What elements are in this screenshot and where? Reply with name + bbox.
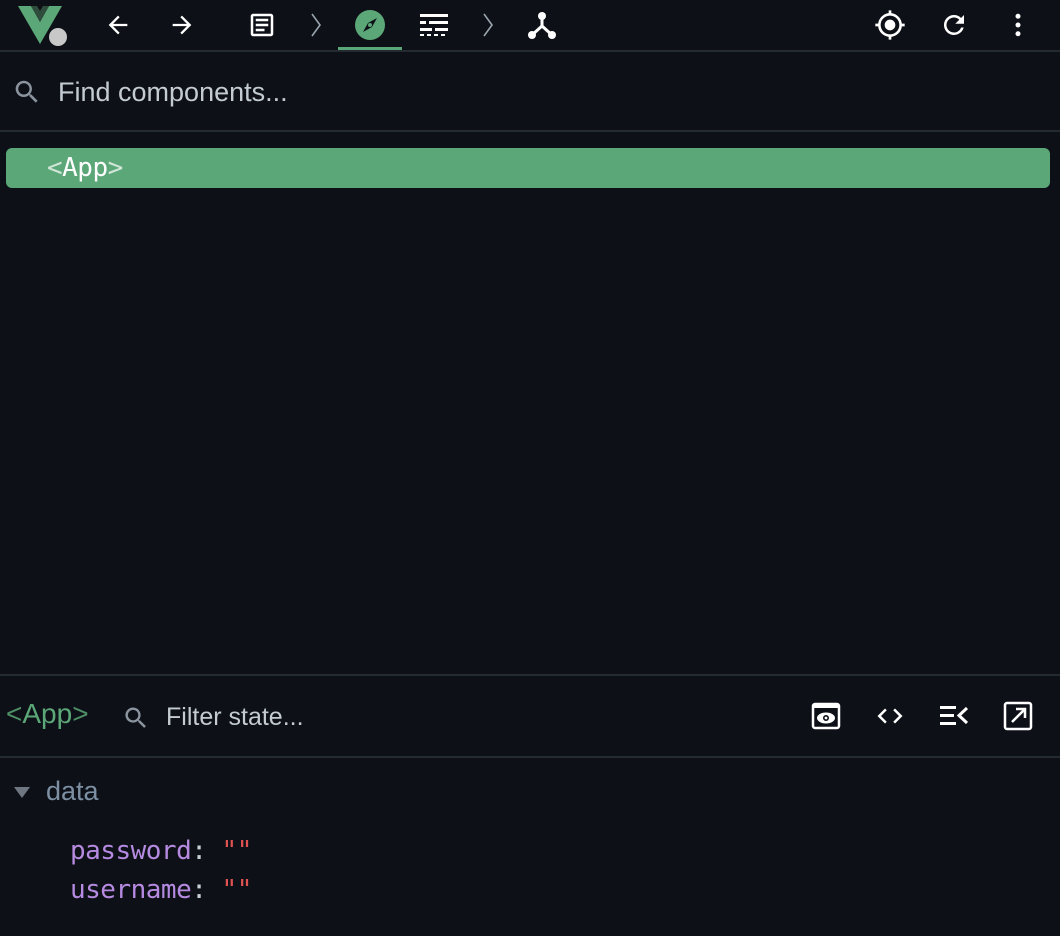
component-name: App: [62, 153, 108, 183]
forward-arrow-icon[interactable]: [164, 0, 200, 50]
connection-status-dot: [49, 28, 67, 46]
refresh-icon[interactable]: [936, 0, 972, 50]
find-components-input[interactable]: [58, 72, 958, 112]
state-section-data[interactable]: data: [14, 774, 99, 808]
section-label: data: [46, 775, 99, 806]
tag-close-bracket: >: [107, 153, 124, 183]
state-key: username: [70, 875, 192, 905]
search-icon: [12, 77, 42, 111]
back-arrow-icon[interactable]: [100, 0, 136, 50]
state-inspector: data password: "" username: "": [0, 756, 1060, 936]
code-icon[interactable]: [874, 700, 906, 732]
chevron-right-icon: [306, 0, 326, 50]
state-row[interactable]: password: "": [70, 836, 252, 872]
scroll-to-icon[interactable]: [938, 700, 970, 732]
component-search-bar: [0, 52, 1060, 132]
component-tree: <App>: [0, 132, 1060, 674]
component-tag: <App>: [47, 153, 123, 183]
tag-open-bracket: <: [6, 698, 23, 729]
more-vertical-icon[interactable]: [1000, 0, 1036, 50]
search-icon: [122, 704, 150, 736]
filter-state-input[interactable]: [166, 698, 766, 736]
state-key: password: [70, 836, 192, 866]
component-name: App: [22, 698, 73, 729]
tree-node-app[interactable]: <App>: [6, 148, 1050, 188]
tag-open-bracket: <: [47, 153, 63, 183]
caret-down-icon[interactable]: [14, 786, 30, 798]
fork-icon[interactable]: [524, 0, 560, 50]
state-row[interactable]: username: "": [70, 875, 252, 911]
compass-icon[interactable]: [352, 0, 388, 50]
vue-devtools-panel: <App> <App>: [0, 0, 1060, 936]
eye-icon[interactable]: [810, 700, 842, 732]
inspected-component-title: <App>: [6, 698, 89, 730]
state-value[interactable]: "": [222, 875, 253, 905]
state-value[interactable]: "": [222, 836, 253, 866]
open-external-icon[interactable]: [1002, 700, 1034, 732]
vue-logo[interactable]: [14, 0, 68, 50]
document-icon[interactable]: [244, 0, 280, 50]
inspector-header: <App>: [0, 674, 1060, 758]
active-tab-indicator: [338, 47, 402, 50]
state-colon: :: [191, 836, 207, 866]
state-colon: :: [191, 875, 207, 905]
top-toolbar: [0, 0, 1060, 52]
chevron-right-icon: [478, 0, 498, 50]
target-icon[interactable]: [872, 0, 908, 50]
tag-close-bracket: >: [72, 698, 89, 729]
timeline-icon[interactable]: [416, 0, 452, 50]
